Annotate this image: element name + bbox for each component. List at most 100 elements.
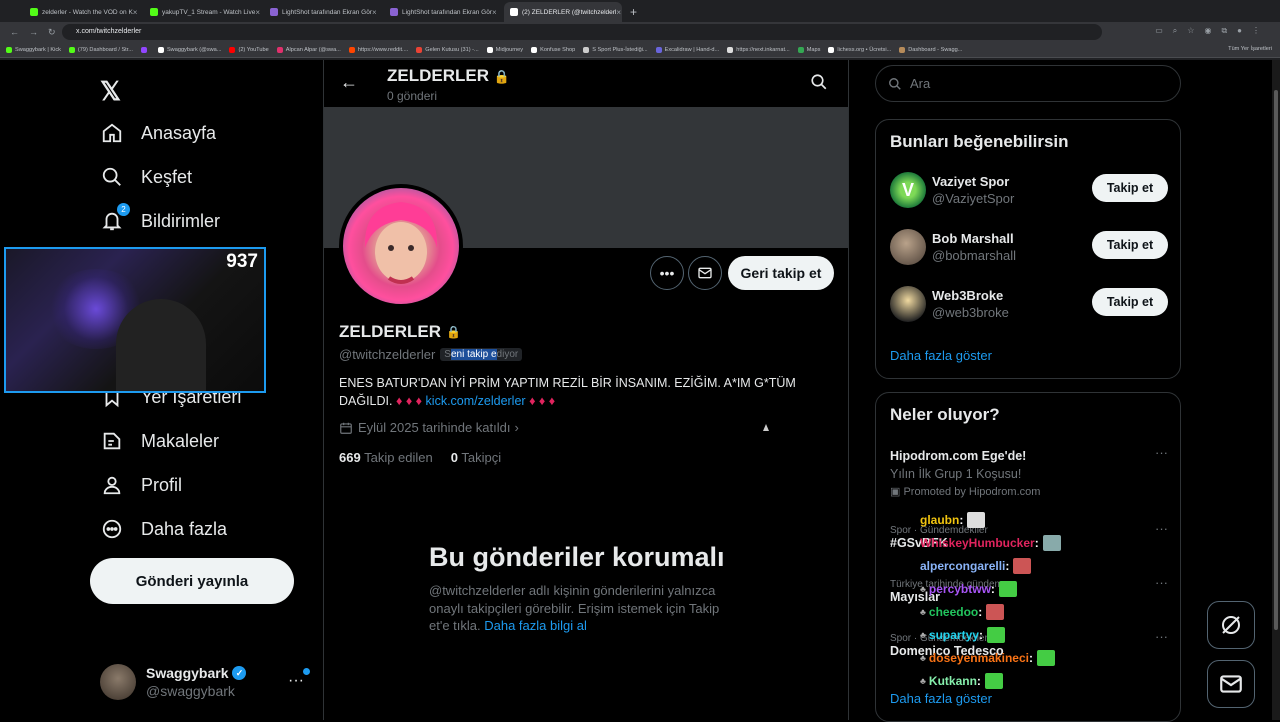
zoom-icon[interactable]: ⌕	[1173, 26, 1177, 36]
browser-tab[interactable]: zelderler - Watch the VOD on K ×	[24, 2, 142, 22]
bookmark-favicon	[486, 46, 493, 53]
bookmark-favicon	[727, 46, 734, 53]
browser-tab[interactable]: LightShot tarafından Ekran Gör ×	[384, 2, 502, 22]
nav-notifications[interactable]: 2 Bildirimler	[100, 203, 220, 233]
nav-more[interactable]: Daha fazla	[100, 517, 227, 541]
protected-text: @twitchzelderler adlı kişinin gönderiler…	[429, 582, 739, 635]
bookmark-item[interactable]: Alpcan Alpar (@swa...	[276, 46, 341, 53]
profile-search-icon[interactable]	[810, 73, 828, 96]
follow-button[interactable]: Takip et	[1092, 231, 1168, 259]
tab-close-icon[interactable]: ×	[372, 8, 377, 17]
trend-more-icon[interactable]: ···	[1155, 521, 1168, 536]
bookmark-item[interactable]: (79) Dashboard / Str...	[68, 46, 133, 53]
suggestion-avatar	[890, 229, 926, 265]
cast-icon[interactable]: ▭	[1155, 26, 1163, 36]
more-options-button[interactable]: •••	[650, 256, 684, 290]
back-arrow-icon[interactable]: ←	[340, 72, 358, 93]
tab-title: (2) ZELDERLER (@twitchzelderl	[522, 8, 617, 16]
bookmark-item[interactable]: Dashboard - Swagg...	[899, 46, 962, 53]
browser-tab[interactable]: LightShot tarafından Ekran Gör ×	[264, 2, 382, 22]
nav-explore[interactable]: Keşfet	[100, 165, 192, 189]
tab-close-icon[interactable]: ×	[133, 8, 138, 17]
suggestion-row[interactable]: Web3Broke @web3broke Takip et	[890, 284, 1168, 324]
address-bar[interactable]: x.com/twitchzelderler	[62, 24, 1102, 40]
bookmark-item[interactable]: Midjourney	[486, 46, 523, 53]
profile-avatar[interactable]	[339, 184, 463, 308]
trend-more-icon[interactable]: ···	[1155, 445, 1168, 460]
joined-date[interactable]: Eylül 2025 tarihinde katıldı ›	[339, 420, 519, 435]
suggestion-name: Vaziyet Spor	[932, 174, 1010, 189]
trend-item[interactable]: Hipodrom.com Ege'de! Yılın İlk Grup 1 Ko…	[890, 445, 1168, 498]
bookmark-label: lichess.org • Ücretsi...	[837, 46, 892, 53]
my-name-text: Swaggybark	[146, 665, 229, 681]
chat-username: percybtww	[928, 582, 991, 596]
bookmark-item[interactable]: lichess.org • Ücretsi...	[828, 46, 892, 53]
nav-articles[interactable]: Makaleler	[100, 429, 219, 453]
follow-button[interactable]: Takip et	[1092, 288, 1168, 316]
bookmark-label: S Sport Plus-İstediği...	[592, 46, 648, 53]
profile-icon[interactable]: ●	[1237, 26, 1242, 36]
header-post-count: 0 gönderi	[387, 89, 438, 103]
browser-tab[interactable]: (2) ZELDERLER (@twitchzelderl ×	[504, 2, 622, 22]
follow-back-button[interactable]: Geri takip et	[728, 256, 834, 290]
all-bookmarks[interactable]: Tüm Yer İşaretleri	[1228, 46, 1272, 52]
learn-more-link[interactable]: Daha fazla bilgi al	[484, 618, 587, 633]
tab-title: yakupTV_1 Stream - Watch Live	[162, 8, 256, 16]
bio-link[interactable]: kick.com/zelderler	[426, 394, 526, 408]
trend-more-icon[interactable]: ···	[1155, 629, 1168, 644]
trend-more-icon[interactable]: ···	[1155, 575, 1168, 590]
nav-profile[interactable]: Profil	[100, 473, 182, 497]
tab-close-icon[interactable]: ×	[616, 8, 621, 17]
follow-button[interactable]: Takip et	[1092, 174, 1168, 202]
bookmark-item[interactable]: S Sport Plus-İstediği...	[583, 46, 648, 53]
post-button[interactable]: Gönderi yayınla	[90, 558, 294, 604]
back-icon[interactable]: ←	[10, 27, 19, 37]
bookmark-favicon	[140, 46, 147, 53]
x-logo[interactable]: 𝕏	[100, 76, 121, 107]
bookmark-item[interactable]	[140, 46, 150, 53]
unread-dot	[303, 668, 310, 675]
bookmark-item[interactable]: Excalidraw | Hand-d...	[655, 46, 719, 53]
tab-close-icon[interactable]: ×	[492, 8, 497, 17]
message-button[interactable]	[688, 256, 722, 290]
search-input[interactable]: Ara	[875, 65, 1181, 102]
bell-icon: 2	[100, 203, 130, 233]
page-scrollbar[interactable]	[1272, 60, 1280, 720]
account-switcher[interactable]: Swaggybark ✓ @swaggybark ···	[100, 662, 314, 702]
new-tab-icon[interactable]: +	[630, 2, 637, 22]
bookmark-item[interactable]: Konfuse Shop	[531, 46, 575, 53]
messages-button[interactable]	[1207, 660, 1255, 708]
account-more-icon[interactable]: ···	[288, 672, 304, 690]
scrollbar-thumb[interactable]	[1274, 90, 1278, 630]
bookmark-item[interactable]: Maps	[797, 46, 821, 53]
forward-icon[interactable]: →	[29, 27, 38, 37]
followers-stat[interactable]: 0 Takipçi	[451, 450, 501, 465]
bookmark-favicon	[229, 46, 236, 53]
show-more-link[interactable]: Daha fazla göster	[890, 348, 992, 363]
nav-home[interactable]: Anasayfa	[100, 121, 216, 145]
suggestion-row[interactable]: V Vaziyet Spor @VaziyetSpor Takip et	[890, 170, 1168, 210]
tab-close-icon[interactable]: ×	[255, 8, 260, 17]
grok-button[interactable]	[1207, 601, 1255, 649]
tab-title: LightShot tarafından Ekran Gör	[402, 8, 492, 16]
bookmark-item[interactable]: Gelen Kutusu (31) -...	[416, 46, 479, 53]
bookmark-label: https://next.inkarnat...	[736, 46, 790, 53]
reload-icon[interactable]: ↻	[48, 27, 56, 38]
nav-home-label: Anasayfa	[141, 122, 217, 143]
bookmark-item[interactable]: https://next.inkarnat...	[727, 46, 790, 53]
browser-tab[interactable]: yakupTV_1 Stream - Watch Live ×	[144, 2, 262, 22]
suggestion-row[interactable]: Bob Marshall @bobmarshall Takip et	[890, 227, 1168, 267]
bookmark-item[interactable]: Swaggybark | Kick	[6, 46, 61, 53]
menu-icon[interactable]: ⋮	[1252, 26, 1260, 36]
bookmark-item[interactable]: Swaggybark (@swa...	[157, 46, 221, 53]
bookmark-item[interactable]: (2) YouTube	[229, 46, 269, 53]
bookmark-item[interactable]: https://www.reddit....	[348, 46, 408, 53]
chat-emote-icon	[1036, 650, 1055, 666]
star-icon[interactable]: ☆	[1187, 26, 1194, 36]
extension-icon[interactable]: ◉	[1204, 26, 1211, 36]
nav-explore-label: Keşfet	[141, 166, 193, 187]
bookmark-label: Maps	[806, 46, 821, 53]
following-stat[interactable]: 669 Takip edilen	[339, 450, 433, 465]
puzzle-icon[interactable]: ⧉	[1221, 26, 1227, 36]
profile-column: ← ZELDERLER 🔒 0 gönderi ••• Geri takip e…	[323, 60, 849, 720]
